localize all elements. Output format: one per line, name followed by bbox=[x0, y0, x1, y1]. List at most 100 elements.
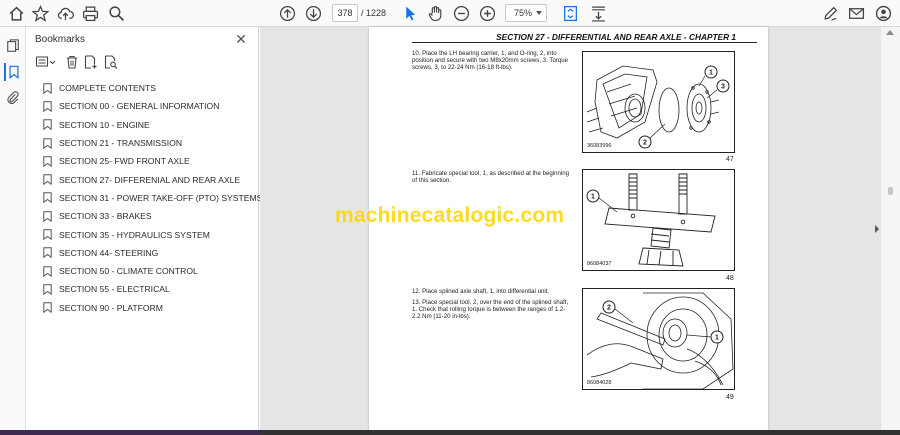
bookmark-item[interactable]: SECTION 31 - POWER TAKE-OFF (PTO) SYSTEM… bbox=[26, 189, 263, 207]
step-12-text: 12. Place splined axle shaft, 1, into di… bbox=[412, 288, 550, 295]
bookmark-label: SECTION 00 - GENERAL INFORMATION bbox=[59, 101, 220, 112]
scroll-thumb[interactable] bbox=[888, 187, 893, 195]
bookmark-list: COMPLETE CONTENTS SECTION 00 - GENERAL I… bbox=[26, 79, 263, 317]
chevron-down-icon bbox=[536, 11, 542, 15]
bookmark-icon bbox=[43, 247, 52, 259]
bookmark-item[interactable]: COMPLETE CONTENTS bbox=[26, 79, 259, 97]
page-number-input[interactable]: 378 bbox=[332, 4, 358, 22]
edit-sign-icon[interactable] bbox=[820, 3, 841, 24]
zoom-out-icon[interactable] bbox=[451, 3, 472, 24]
search-icon[interactable] bbox=[106, 3, 127, 24]
torque-check-illustration: 2 1 bbox=[586, 292, 734, 389]
scroll-mode-icon[interactable] bbox=[588, 3, 609, 24]
vertical-scrollbar[interactable] bbox=[880, 27, 900, 435]
bookmark-label: SECTION 50 - CLIMATE CONTROL bbox=[59, 266, 198, 277]
bookmark-item[interactable]: SECTION 10 - ENGINE bbox=[26, 116, 259, 134]
bookmark-icon bbox=[43, 229, 52, 241]
navigation-rail bbox=[0, 27, 26, 435]
mail-icon[interactable] bbox=[846, 3, 867, 24]
print-icon[interactable] bbox=[80, 3, 101, 24]
panel-title: Bookmarks bbox=[35, 34, 86, 45]
figure-code: 86084037 bbox=[587, 261, 612, 267]
step-10-text: 10. Place the LH bearing carrier, 1, and… bbox=[412, 50, 569, 72]
next-page-icon[interactable] bbox=[303, 3, 324, 24]
zoom-level-value: 75% bbox=[514, 8, 533, 18]
bookmark-icon bbox=[43, 156, 52, 167]
figure-number: 47 bbox=[726, 156, 734, 163]
bookmark-label: SECTION 10 - ENGINE bbox=[59, 119, 150, 130]
special-tool-illustration: 1 bbox=[586, 173, 716, 267]
attachments-icon[interactable] bbox=[4, 89, 22, 107]
section-header: SECTION 27 - DIFFERENTIAL AND REAR AXLE … bbox=[496, 32, 736, 42]
bookmark-icon bbox=[43, 101, 52, 112]
bookmark-icon bbox=[43, 119, 52, 131]
bookmark-label: SECTION 35 - HYDRAULICS SYSTEM bbox=[59, 229, 210, 240]
gearbox-assembly-illustration: 1 3 2 bbox=[586, 65, 730, 149]
account-icon[interactable] bbox=[873, 3, 894, 24]
page-thumbnails-icon[interactable] bbox=[4, 37, 22, 55]
fit-page-icon[interactable] bbox=[560, 3, 581, 24]
callout-2: 2 bbox=[643, 140, 647, 147]
bookmark-label: SECTION 31 - POWER TAKE-OFF (PTO) SYSTEM… bbox=[59, 192, 263, 203]
bookmarks-toolbar bbox=[34, 55, 144, 71]
page-count-label: / 1228 bbox=[361, 8, 387, 18]
figure-number: 48 bbox=[726, 275, 734, 282]
bookmark-options-icon[interactable] bbox=[36, 55, 56, 69]
bookmark-label: SECTION 27- DIFFERENIAL AND REAR AXLE bbox=[59, 174, 241, 185]
bookmark-icon bbox=[43, 174, 52, 186]
bookmark-icon bbox=[43, 137, 52, 149]
bookmark-label: SECTION 21 - TRANSMISSION bbox=[59, 138, 183, 149]
select-cursor-icon[interactable] bbox=[400, 3, 421, 24]
bookmark-item[interactable]: SECTION 44- STEERING bbox=[26, 244, 259, 262]
callout-1: 1 bbox=[715, 335, 719, 342]
document-viewer[interactable]: SECTION 27 - DIFFERENTIAL AND REAR AXLE … bbox=[260, 27, 880, 435]
bookmark-icon bbox=[43, 265, 52, 277]
bookmark-item[interactable]: SECTION 27- DIFFERENIAL AND REAR AXLE bbox=[26, 170, 259, 188]
pdf-viewer-app: 378 / 1228 75% Bookmarks ✕ COMPLETE CONT… bbox=[0, 0, 900, 435]
search-bookmarks-icon[interactable] bbox=[104, 55, 118, 69]
step-11-text: 11. Fabricate special tool, 1, as descri… bbox=[412, 170, 570, 185]
callout-1: 1 bbox=[709, 70, 713, 77]
document-page: SECTION 27 - DIFFERENTIAL AND REAR AXLE … bbox=[369, 27, 768, 435]
bookmark-label: SECTION 44- STEERING bbox=[59, 247, 159, 258]
bookmark-item[interactable]: SECTION 21 - TRANSMISSION bbox=[26, 134, 259, 152]
bookmark-item[interactable]: SECTION 33 - BRAKES bbox=[26, 207, 259, 225]
figure-49: 2 1 86084028 bbox=[582, 288, 735, 390]
bookmark-label: SECTION 25- FWD FRONT AXLE bbox=[59, 156, 190, 167]
close-icon[interactable]: ✕ bbox=[234, 32, 248, 46]
bookmark-star-icon[interactable] bbox=[30, 3, 51, 24]
bookmark-label: SECTION 90 - PLATFORM bbox=[59, 302, 163, 313]
bookmarks-panel-icon[interactable] bbox=[4, 63, 22, 81]
bookmark-icon bbox=[43, 284, 52, 295]
header-rule bbox=[412, 42, 757, 43]
scroll-up-icon[interactable] bbox=[886, 30, 894, 35]
bookmark-item[interactable]: SECTION 00 - GENERAL INFORMATION bbox=[26, 97, 259, 115]
delete-icon[interactable] bbox=[65, 55, 79, 69]
bookmark-label: SECTION 33 - BRAKES bbox=[59, 211, 152, 222]
bookmark-icon bbox=[43, 192, 52, 204]
watermark-text: machinecatalogic.com bbox=[335, 204, 565, 227]
previous-page-icon[interactable] bbox=[277, 3, 298, 24]
bookmark-item[interactable]: SECTION 55 - ELECTRICAL bbox=[26, 280, 259, 298]
bookmark-item[interactable]: SECTION 35 - HYDRAULICS SYSTEM bbox=[26, 225, 259, 243]
top-toolbar: 378 / 1228 75% bbox=[0, 0, 900, 27]
bookmark-icon bbox=[43, 211, 52, 222]
figure-code: 36083996 bbox=[587, 143, 612, 149]
bookmark-item[interactable]: SECTION 25- FWD FRONT AXLE bbox=[26, 152, 259, 170]
bookmark-item[interactable]: SECTION 90 - PLATFORM bbox=[26, 299, 259, 317]
step-13-text: 13. Place special tool, 2, over the end … bbox=[412, 299, 569, 321]
hand-tool-icon[interactable] bbox=[425, 3, 446, 24]
zoom-in-icon[interactable] bbox=[477, 3, 498, 24]
taskbar-strip bbox=[0, 430, 900, 435]
new-bookmark-icon[interactable] bbox=[84, 55, 98, 69]
figure-47: 1 3 2 36083996 bbox=[582, 51, 735, 153]
zoom-level-select[interactable]: 75% bbox=[505, 4, 547, 22]
figure-48: 1 86084037 bbox=[582, 169, 735, 271]
callout-3: 3 bbox=[721, 84, 725, 91]
cloud-upload-icon[interactable] bbox=[55, 3, 76, 24]
bookmark-label: COMPLETE CONTENTS bbox=[59, 83, 156, 94]
home-icon[interactable] bbox=[6, 3, 27, 24]
callout-1: 1 bbox=[591, 194, 595, 201]
bookmark-item[interactable]: SECTION 50 - CLIMATE CONTROL bbox=[26, 262, 259, 280]
callout-2: 2 bbox=[607, 305, 611, 312]
